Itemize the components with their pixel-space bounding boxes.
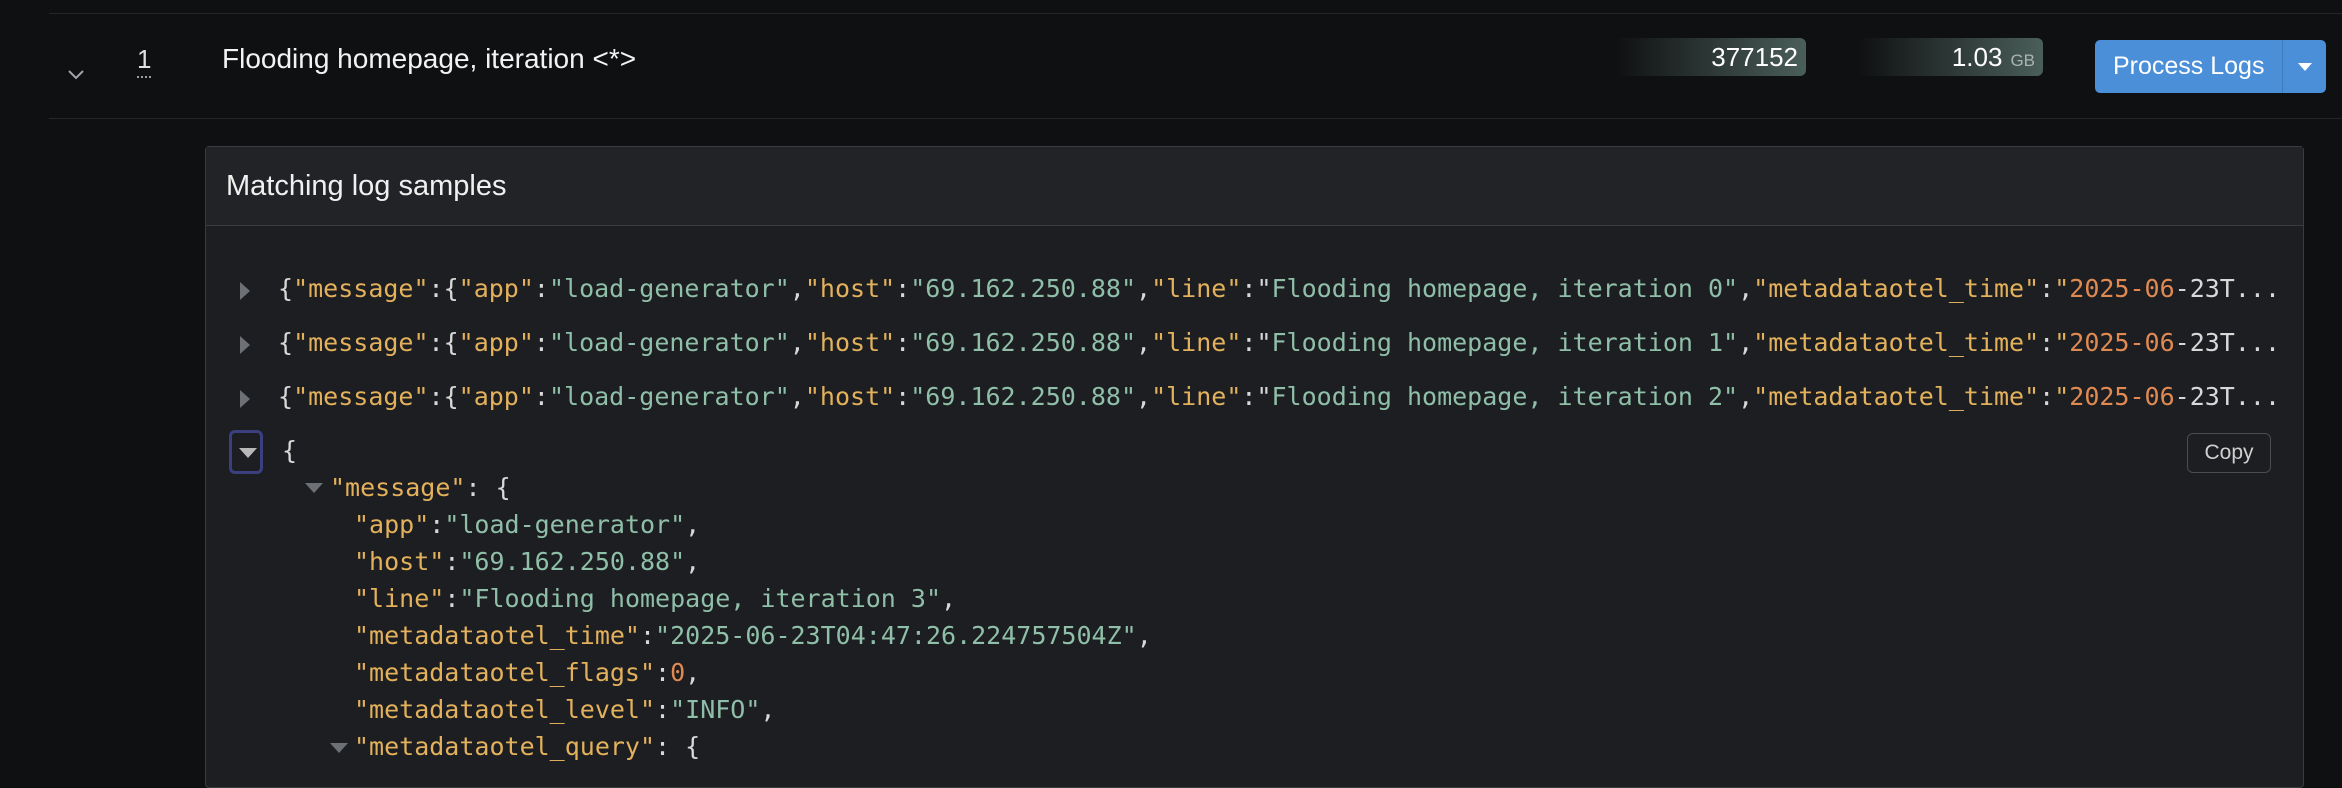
volume-value: 1.03 bbox=[1951, 42, 2003, 72]
log-sample-row[interactable]: {"message":{"app":"load-generator","host… bbox=[206, 269, 2296, 309]
event-count-bar: 377152 bbox=[1615, 38, 1806, 76]
chevron-down-icon[interactable] bbox=[64, 62, 88, 86]
volume-unit: GB bbox=[2010, 51, 2035, 70]
pattern-text: Flooding homepage, iteration <*> bbox=[222, 43, 637, 74]
pattern-row: 1 Flooding homepage, iteration <*> 37715… bbox=[49, 14, 2342, 119]
json-field-time: "metadataotel_time":"2025-06-23T04:47:26… bbox=[354, 621, 1152, 650]
pattern-count-link[interactable]: 1 bbox=[137, 44, 152, 78]
json-field-level: "metadataotel_level":"INFO", bbox=[354, 695, 776, 724]
caret-right-icon[interactable] bbox=[240, 390, 250, 408]
json-field-query: "metadataotel_query": { bbox=[354, 732, 701, 761]
json-field-host: "host":"69.162.250.88", bbox=[354, 547, 701, 576]
matching-log-samples-panel: Matching log samples {"message":{"app":"… bbox=[205, 146, 2304, 788]
log-sample-row[interactable]: {"message":{"app":"load-generator","host… bbox=[206, 377, 2296, 417]
caret-down-icon[interactable] bbox=[2282, 40, 2327, 93]
volume-bar: 1.03 GB bbox=[1858, 38, 2043, 76]
json-message-key: "message": { bbox=[330, 473, 511, 502]
caret-down-icon[interactable] bbox=[229, 430, 263, 474]
json-open-brace: { bbox=[282, 436, 298, 465]
json-field-line: "line":"Flooding homepage, iteration 3", bbox=[354, 584, 957, 613]
caret-down-icon[interactable] bbox=[305, 483, 323, 493]
caret-right-icon[interactable] bbox=[240, 282, 250, 300]
process-logs-button[interactable]: Process Logs bbox=[2095, 40, 2283, 93]
json-field-app: "app":"load-generator", bbox=[354, 510, 701, 539]
log-sample-row[interactable]: {"message":{"app":"load-generator","host… bbox=[206, 323, 2296, 363]
caret-down-icon[interactable] bbox=[330, 743, 348, 753]
caret-right-icon[interactable] bbox=[240, 336, 250, 354]
process-logs-button-group: Process Logs bbox=[2095, 40, 2327, 93]
copy-button[interactable]: Copy bbox=[2187, 433, 2271, 473]
panel-title: Matching log samples bbox=[206, 147, 2303, 226]
json-field-flags: "metadataotel_flags":0, bbox=[354, 658, 701, 687]
event-count-value: 377152 bbox=[1711, 42, 1798, 72]
